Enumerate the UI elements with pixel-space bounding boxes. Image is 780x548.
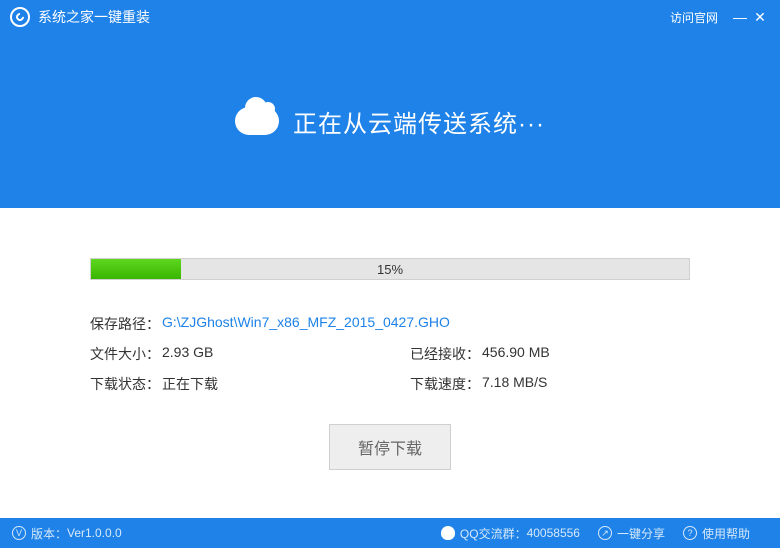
visit-official-link[interactable]: 访问官网 [670, 9, 718, 26]
qq-icon [441, 526, 455, 540]
app-logo-icon [10, 7, 30, 27]
qq-group-label: QQ交流群： [460, 525, 527, 542]
received-value: 456.90 MB [482, 344, 550, 364]
share-link[interactable]: ↗ 一键分享 [598, 525, 665, 542]
download-speed-label: 下载速度： [410, 374, 480, 394]
share-label: 一键分享 [617, 525, 665, 542]
version-icon: V [12, 526, 26, 540]
hero-banner: 正在从云端传送系统··· [0, 34, 780, 208]
qq-group-value: 40058556 [527, 526, 580, 540]
qq-group-link[interactable]: QQ交流群： 40058556 [441, 525, 580, 542]
pause-download-button[interactable]: 暂停下载 [329, 424, 451, 470]
version-label: 版本： [31, 525, 67, 542]
file-size-value: 2.93 GB [162, 344, 213, 364]
footer-bar: V 版本： Ver1.0.0.0 QQ交流群： 40058556 ↗ 一键分享 … [0, 518, 780, 548]
download-speed-value: 7.18 MB/S [482, 374, 547, 394]
download-status-value: 正在下载 [162, 374, 218, 394]
help-label: 使用帮助 [702, 525, 750, 542]
save-path-value[interactable]: G:\ZJGhost\Win7_x86_MFZ_2015_0427.GHO [162, 314, 450, 334]
titlebar: 系统之家一键重装 访问官网 — ✕ [0, 0, 780, 34]
progress-percent-text: 15% [91, 259, 689, 279]
save-path-label: 保存路径： [90, 314, 160, 334]
version-value: Ver1.0.0.0 [67, 526, 122, 540]
file-size-label: 文件大小： [90, 344, 160, 364]
minimize-button[interactable]: — [730, 9, 750, 25]
download-status-label: 下载状态： [90, 374, 160, 394]
share-icon: ↗ [598, 526, 612, 540]
hero-status-text: 正在从云端传送系统··· [293, 104, 545, 139]
progress-bar: 15% [90, 258, 690, 280]
received-label: 已经接收： [410, 344, 480, 364]
content-area: 15% 保存路径： G:\ZJGhost\Win7_x86_MFZ_2015_0… [0, 208, 780, 470]
close-button[interactable]: ✕ [750, 9, 770, 26]
download-info: 保存路径： G:\ZJGhost\Win7_x86_MFZ_2015_0427.… [90, 314, 690, 394]
help-icon: ? [683, 526, 697, 540]
help-link[interactable]: ? 使用帮助 [683, 525, 750, 542]
app-title: 系统之家一键重装 [38, 7, 150, 27]
version-info: V 版本： Ver1.0.0.0 [12, 525, 122, 542]
cloud-icon [235, 107, 279, 135]
